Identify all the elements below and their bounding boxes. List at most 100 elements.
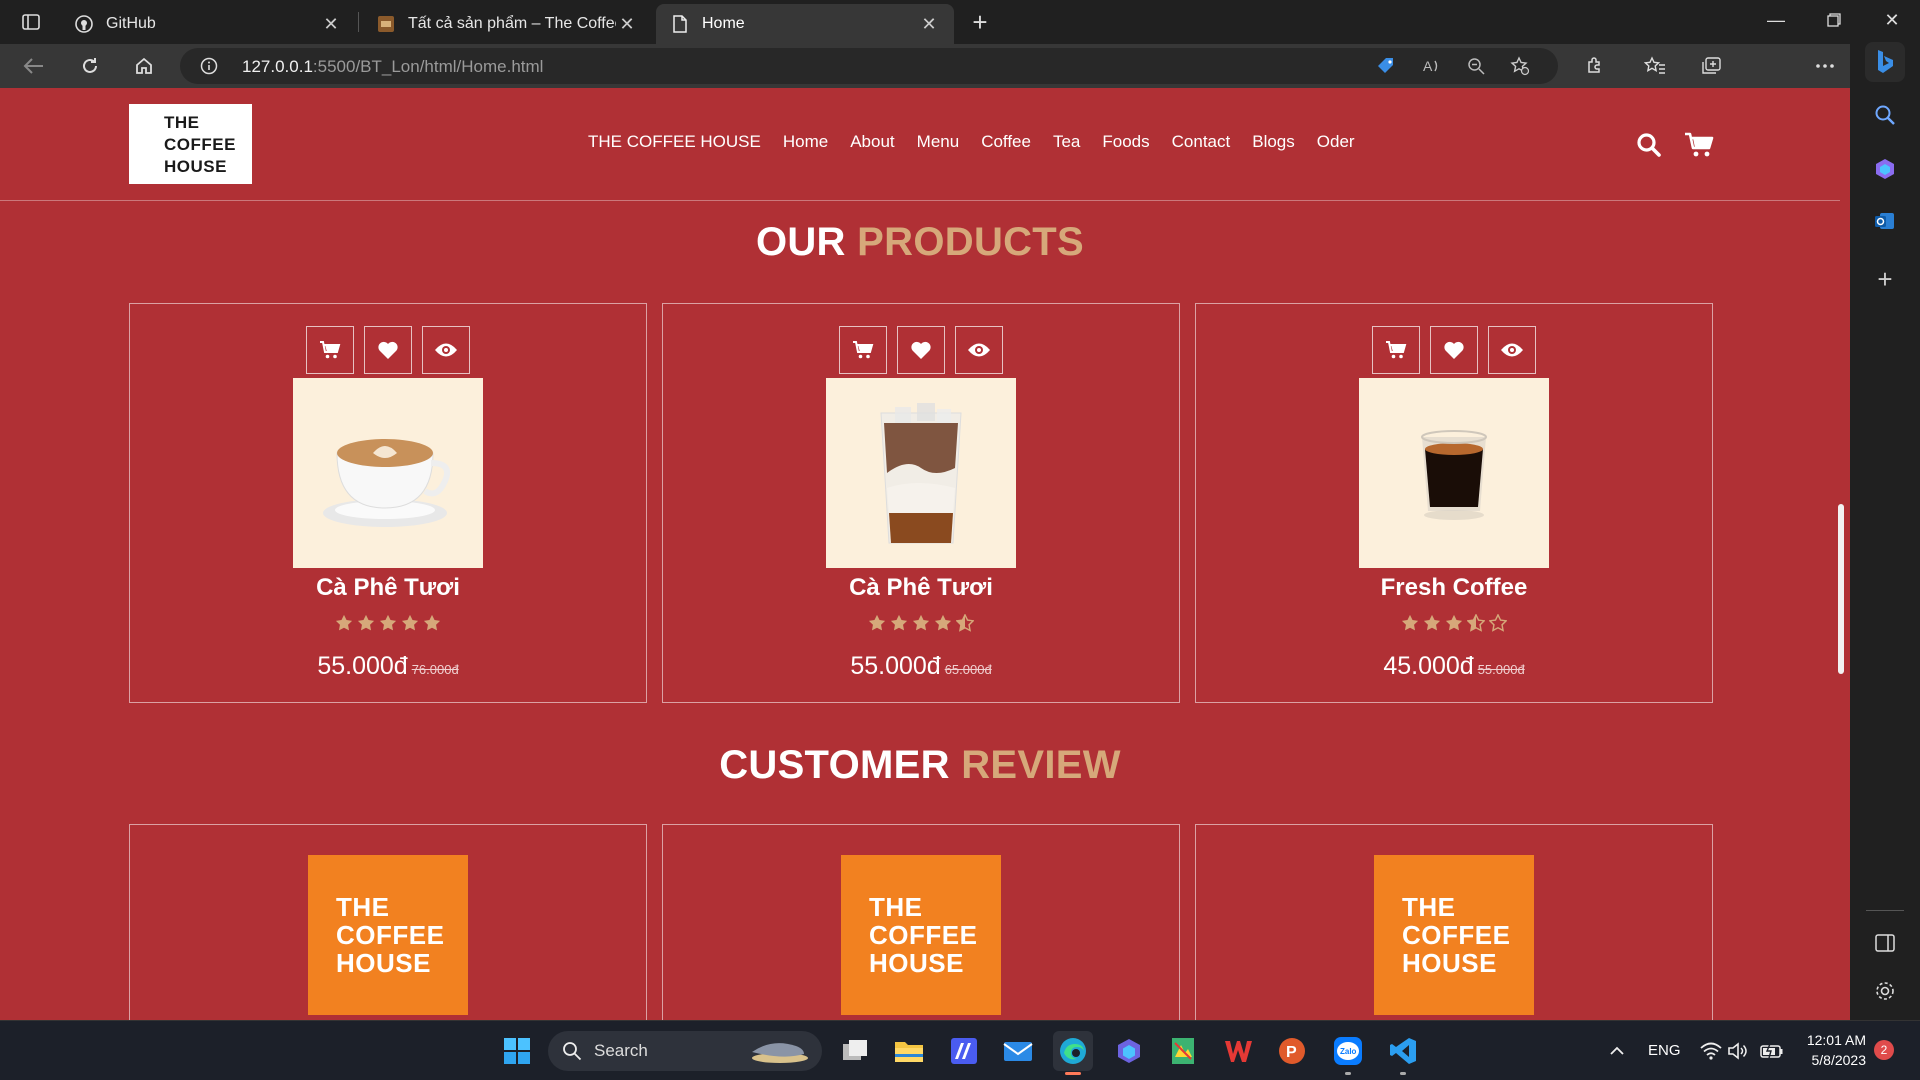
tab-home[interactable]: Home ✕ <box>656 4 954 44</box>
new-tab-button[interactable]: + <box>964 6 996 38</box>
product-image[interactable] <box>1359 378 1549 568</box>
add-to-cart-button[interactable] <box>1372 326 1420 374</box>
hide-sidebar-icon[interactable] <box>1868 926 1902 960</box>
product-name[interactable]: Fresh Coffee <box>1196 574 1712 602</box>
product-actions <box>663 326 1179 374</box>
review-logo: THE COFFEE HOUSE <box>308 855 468 1015</box>
outlook-icon[interactable] <box>1868 204 1902 238</box>
bing-chat-icon[interactable] <box>1865 42 1905 82</box>
home-icon[interactable] <box>126 50 162 82</box>
logo-line: THE <box>164 113 200 132</box>
latte-cup-icon <box>323 439 451 527</box>
tab-github[interactable]: GitHub ✕ <box>60 4 356 44</box>
quick-view-button[interactable] <box>1488 326 1536 374</box>
workspaces-icon[interactable] <box>14 8 48 36</box>
old-price: 55.000đ <box>1477 662 1525 677</box>
logo-line: COFFEE <box>336 920 445 950</box>
current-price: 45.000đ <box>1383 652 1474 680</box>
wps-office-icon[interactable] <box>1218 1031 1258 1071</box>
more-options-icon[interactable] <box>1810 52 1840 80</box>
taskbar-search[interactable]: Search <box>548 1031 822 1071</box>
mail-icon[interactable] <box>998 1031 1038 1071</box>
review-card: THE COFFEE HOUSE <box>129 824 647 1020</box>
zoom-out-icon[interactable] <box>1464 55 1488 77</box>
collections-icon[interactable] <box>1696 52 1726 80</box>
add-favorite-icon[interactable] <box>1508 55 1532 77</box>
address-toolbar: 127.0.0.1:5500/BT_Lon/html/Home.html A <box>0 44 1920 124</box>
task-view-icon[interactable] <box>835 1031 875 1071</box>
add-to-cart-button[interactable] <box>306 326 354 374</box>
logo-line: HOUSE <box>164 157 227 176</box>
windows-start-icon[interactable] <box>497 1031 537 1071</box>
clock[interactable]: 12:01 AM 5/8/2023 <box>1802 1030 1866 1070</box>
product-name[interactable]: Cà Phê Tươi <box>130 574 646 602</box>
close-tab-icon[interactable]: ✕ <box>320 14 342 35</box>
shopping-tag-icon[interactable] <box>1374 55 1398 77</box>
show-hidden-icons-chevron[interactable] <box>1597 1031 1637 1071</box>
nav-order[interactable]: Oder <box>1317 132 1355 152</box>
search-icon[interactable] <box>1868 98 1902 132</box>
vscode-icon[interactable] <box>1383 1031 1423 1075</box>
edge-sidebar: + <box>1850 42 1920 1020</box>
add-sidebar-app-icon[interactable]: + <box>1868 262 1902 296</box>
cart-icon[interactable] <box>1682 128 1716 162</box>
rating-stars <box>1196 614 1712 632</box>
powerpoint-icon[interactable]: P <box>1272 1031 1312 1071</box>
battery-icon[interactable] <box>1752 1031 1792 1071</box>
espresso-shot-icon <box>1421 430 1487 520</box>
zalo-icon[interactable]: Zalo <box>1328 1031 1368 1075</box>
product-price: 45.000đ 55.000đ <box>1196 652 1712 681</box>
back-arrow-icon[interactable] <box>16 50 52 82</box>
favorites-icon[interactable] <box>1640 52 1670 80</box>
nav-blogs[interactable]: Blogs <box>1252 132 1295 152</box>
product-image[interactable] <box>293 378 483 568</box>
tab-coffee-house[interactable]: Tất cả sản phẩm – The Coffee Ho ✕ <box>362 4 652 44</box>
nav-contact[interactable]: Contact <box>1172 132 1231 152</box>
logo-line: COFFEE <box>1402 920 1511 950</box>
notification-badge[interactable]: 2 <box>1874 1040 1894 1060</box>
nav-coffee[interactable]: Coffee <box>981 132 1031 152</box>
site-logo[interactable]: THE COFFEE HOUSE <box>129 104 252 184</box>
edge-browser-icon[interactable] <box>1053 1031 1093 1075</box>
wishlist-button[interactable] <box>364 326 412 374</box>
quick-view-button[interactable] <box>422 326 470 374</box>
minimize-button[interactable]: — <box>1748 0 1804 40</box>
nav-foods[interactable]: Foods <box>1102 132 1149 152</box>
taskbar-search-label: Search <box>594 1041 648 1060</box>
copilot-taskbar-icon[interactable] <box>1109 1031 1149 1071</box>
file-explorer-icon[interactable] <box>889 1031 929 1071</box>
product-name[interactable]: Cà Phê Tươi <box>663 574 1179 602</box>
wishlist-button[interactable] <box>1430 326 1478 374</box>
page-scrollbar[interactable] <box>1838 504 1844 674</box>
old-price: 65.000đ <box>944 662 992 677</box>
extensions-icon[interactable] <box>1580 52 1610 80</box>
nav-brand[interactable]: THE COFFEE HOUSE <box>588 132 761 152</box>
nav-home[interactable]: Home <box>783 132 828 152</box>
product-image[interactable] <box>826 378 1016 568</box>
url-bar[interactable]: 127.0.0.1:5500/BT_Lon/html/Home.html A <box>180 48 1558 84</box>
title-accent: REVIEW <box>961 743 1121 787</box>
half-star-icon <box>956 614 974 632</box>
wishlist-button[interactable] <box>897 326 945 374</box>
refresh-icon[interactable] <box>72 50 108 82</box>
url-text[interactable]: 127.0.0.1:5500/BT_Lon/html/Home.html <box>242 57 543 77</box>
search-icon <box>563 1042 582 1061</box>
input-language[interactable]: ENG <box>1648 1042 1681 1059</box>
restore-button[interactable] <box>1806 0 1862 40</box>
nav-menu[interactable]: Menu <box>917 132 960 152</box>
site-info-icon[interactable] <box>200 57 218 80</box>
add-to-cart-button[interactable] <box>839 326 887 374</box>
close-tab-icon[interactable]: ✕ <box>616 14 638 35</box>
main-nav: THE COFFEE HOUSE Home About Menu Coffee … <box>588 132 1355 152</box>
app-icon-m[interactable] <box>944 1031 984 1071</box>
quick-view-button[interactable] <box>955 326 1003 374</box>
sidebar-settings-icon[interactable] <box>1868 974 1902 1008</box>
nav-about[interactable]: About <box>850 132 894 152</box>
close-window-button[interactable]: ✕ <box>1864 0 1920 40</box>
nav-tea[interactable]: Tea <box>1053 132 1080 152</box>
copilot-icon[interactable] <box>1868 152 1902 186</box>
read-aloud-icon[interactable]: A <box>1420 55 1444 77</box>
close-tab-icon[interactable]: ✕ <box>918 14 940 35</box>
app-icon-pdf[interactable] <box>1163 1031 1203 1071</box>
search-icon[interactable] <box>1632 128 1666 162</box>
